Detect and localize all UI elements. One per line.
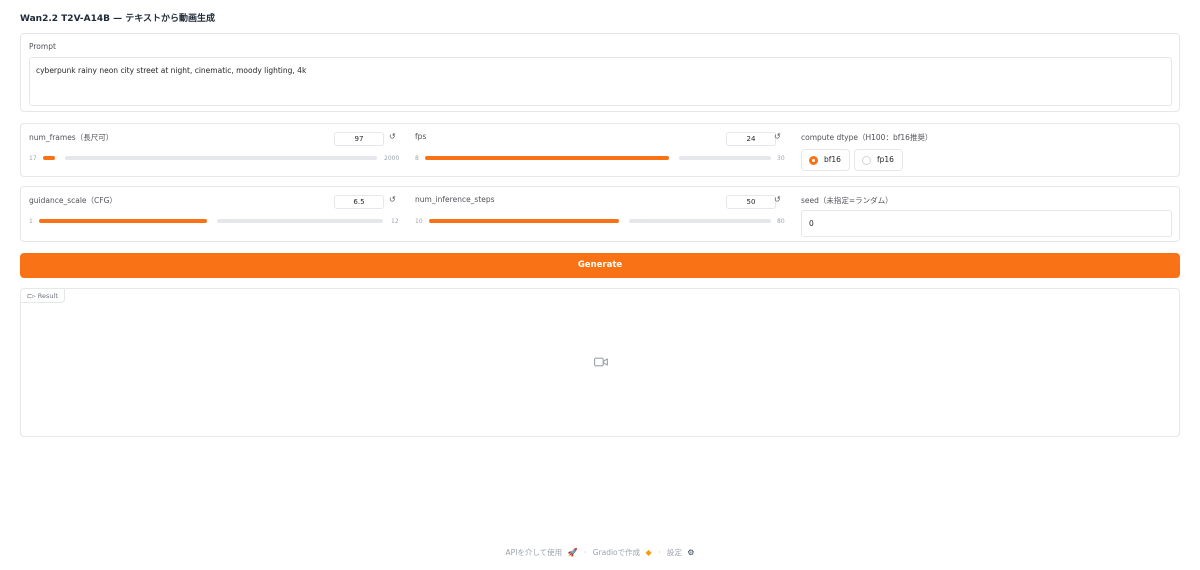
fps-reset-icon[interactable]: ↺ — [774, 132, 781, 141]
num-frames-slider-fill — [43, 156, 55, 160]
num-frames-input[interactable]: 97 — [334, 132, 384, 146]
inference-steps-max: 80 — [777, 218, 785, 225]
result-label: Result — [37, 292, 58, 300]
video-tag-icon: ⊏▹ — [27, 292, 36, 300]
num-frames-label: num_frames（長尺可） — [29, 133, 114, 142]
num-frames-slider-group: num_frames（長尺可） 97 ↺ 17 2000 — [29, 132, 401, 172]
video-icon — [594, 357, 608, 367]
num-frames-min: 17 — [29, 155, 37, 162]
inference-steps-min: 10 — [415, 218, 423, 225]
num-frames-reset-icon[interactable]: ↺ — [389, 132, 396, 141]
footer-api-text: APIを介して使用 — [505, 548, 563, 557]
fps-input[interactable]: 24 — [726, 132, 776, 146]
footer-gradio-link[interactable]: Gradioで作成 ◆ — [593, 547, 652, 558]
prompt-textarea[interactable]: cyberpunk rainy neon city street at nigh… — [29, 57, 1172, 106]
radio-bf16[interactable]: bf16 — [801, 149, 850, 171]
row-cfg-steps-seed: guidance_scale（CFG） 6.5 ↺ 1 12 num_infer… — [20, 186, 1180, 242]
inference-steps-reset-icon[interactable]: ↺ — [774, 195, 781, 204]
fps-slider-track[interactable] — [679, 156, 771, 160]
row-frames-fps-dtype: num_frames（長尺可） 97 ↺ 17 2000 fps 24 ↺ 8 … — [20, 123, 1180, 177]
guidance-scale-label: guidance_scale（CFG） — [29, 196, 117, 205]
inference-steps-slider-fill — [429, 219, 619, 223]
seed-input[interactable]: 0 — [801, 210, 1172, 237]
fps-label: fps — [415, 132, 427, 141]
rocket-icon: 🚀 — [567, 548, 578, 557]
prompt-block: Prompt cyberpunk rainy neon city street … — [20, 33, 1180, 112]
inference-steps-slider-group: num_inference_steps 50 ↺ 10 80 — [415, 195, 787, 235]
footer-separator: · — [583, 548, 587, 557]
guidance-scale-reset-icon[interactable]: ↺ — [389, 195, 396, 204]
radio-fp16[interactable]: fp16 — [854, 149, 903, 171]
footer-separator: · — [658, 548, 661, 557]
radio-fp16-label: fp16 — [877, 155, 894, 164]
generate-button[interactable]: Generate — [20, 253, 1180, 278]
footer-settings-link[interactable]: 設定 ⚙ — [667, 547, 695, 558]
footer: APIを介して使用 🚀 · Gradioで作成 ◆ · 設定 ⚙ — [0, 547, 1200, 558]
radio-bf16-indicator — [809, 156, 818, 165]
footer-settings-text: 設定 — [666, 548, 682, 557]
guidance-scale-input[interactable]: 6.5 — [334, 195, 384, 209]
fps-slider-group: fps 24 ↺ 8 30 — [415, 132, 787, 172]
guidance-scale-max: 12 — [391, 218, 399, 225]
num-frames-slider-track[interactable] — [65, 156, 377, 160]
num-frames-max: 2000 — [384, 155, 400, 162]
inference-steps-label: num_inference_steps — [415, 195, 495, 204]
guidance-scale-slider-track[interactable] — [217, 219, 383, 223]
footer-gradio-text: Gradioで作成 — [592, 548, 641, 557]
result-tag: ⊏▹ Result — [21, 289, 65, 303]
prompt-label: Prompt — [29, 42, 56, 51]
radio-fp16-indicator — [862, 156, 871, 165]
radio-bf16-label: bf16 — [824, 155, 841, 164]
guidance-scale-slider-group: guidance_scale（CFG） 6.5 ↺ 1 12 — [29, 195, 401, 235]
guidance-scale-min: 1 — [29, 218, 33, 225]
app-title: Wan2.2 T2V-A14B — テキストから動画生成 — [20, 14, 215, 24]
fps-slider-fill — [425, 156, 669, 160]
seed-group: seed（未指定=ランダム） 0 — [801, 195, 1173, 239]
seed-label: seed（未指定=ランダム） — [801, 196, 893, 205]
result-video-panel: ⊏▹ Result — [20, 288, 1180, 437]
footer-api-link[interactable]: APIを介して使用 🚀 — [506, 547, 578, 558]
compute-dtype-group: compute dtype（H100：bf16推奨） bf16 fp16 — [801, 132, 1173, 172]
gradio-logo-icon: ◆ — [645, 548, 652, 557]
inference-steps-input[interactable]: 50 — [726, 195, 776, 209]
fps-min: 8 — [415, 155, 419, 162]
compute-dtype-label: compute dtype（H100：bf16推奨） — [801, 133, 933, 142]
inference-steps-slider-track[interactable] — [629, 219, 771, 223]
fps-max: 30 — [777, 155, 785, 162]
guidance-scale-slider-fill — [39, 219, 207, 223]
gear-icon: ⚙ — [687, 548, 695, 557]
